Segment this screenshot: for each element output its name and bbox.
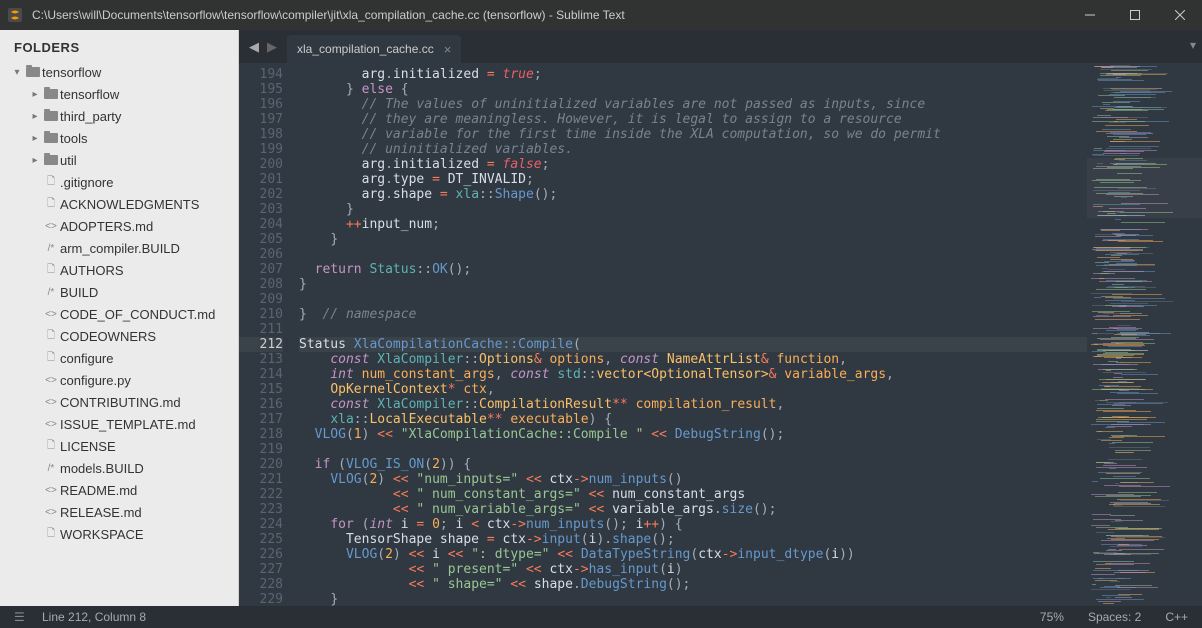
tree-label: ISSUE_TEMPLATE.md (60, 417, 196, 432)
folder-icon (42, 131, 60, 146)
tree-file[interactable]: 🗋 configure (0, 347, 238, 369)
file-icon: <> (42, 397, 60, 408)
tree-label: .gitignore (60, 175, 113, 190)
tree-file[interactable]: 🗋 WORKSPACE (0, 523, 238, 545)
folder-icon (24, 65, 42, 80)
tree-file[interactable]: <> RELEASE.md (0, 501, 238, 523)
title-bar: C:\Users\will\Documents\tensorflow\tenso… (0, 0, 1202, 30)
folder-icon (42, 109, 60, 124)
tree-label: BUILD (60, 285, 98, 300)
folder-icon (42, 87, 60, 102)
nav-back-icon[interactable]: ◀ (249, 39, 259, 55)
file-icon: <> (42, 419, 60, 430)
minimap-viewport[interactable] (1087, 158, 1202, 218)
tree-folder[interactable]: ▸ tensorflow (0, 83, 238, 105)
close-button[interactable] (1157, 0, 1202, 30)
tree-label: configure.py (60, 373, 131, 388)
tree-file[interactable]: <> CONTRIBUTING.md (0, 391, 238, 413)
tree-folder[interactable]: ▸ third_party (0, 105, 238, 127)
tree-folder[interactable]: ▸ util (0, 149, 238, 171)
tree-root[interactable]: ▾ tensorflow (0, 61, 238, 83)
tree-file[interactable]: 🗋 .gitignore (0, 171, 238, 193)
tree-label: tools (60, 131, 87, 146)
file-icon: <> (42, 309, 60, 320)
close-icon[interactable]: × (444, 42, 452, 57)
status-spaces[interactable]: Spaces: 2 (1088, 610, 1141, 624)
tree-file[interactable]: <> configure.py (0, 369, 238, 391)
menu-icon[interactable]: ☰ (14, 610, 30, 624)
tree-folder[interactable]: ▸ tools (0, 127, 238, 149)
window-title: C:\Users\will\Documents\tensorflow\tenso… (30, 8, 1067, 22)
file-icon: <> (42, 507, 60, 518)
chevron-right-icon: ▸ (28, 111, 42, 122)
file-icon: 🗋 (42, 196, 60, 213)
tree-file[interactable]: 🗋 CODEOWNERS (0, 325, 238, 347)
minimize-button[interactable] (1067, 0, 1112, 30)
tree-label: LICENSE (60, 439, 116, 454)
file-icon: 🗋 (42, 262, 60, 279)
tree-file[interactable]: <> README.md (0, 479, 238, 501)
sidebar-header: FOLDERS (0, 30, 238, 61)
file-icon: <> (42, 221, 60, 232)
folder-tree[interactable]: ▾ tensorflow ▸ tensorflow▸ third_party▸ … (0, 61, 238, 606)
file-icon: <> (42, 375, 60, 386)
tab-label: xla_compilation_cache.cc (297, 42, 434, 56)
tree-file[interactable]: <> ISSUE_TEMPLATE.md (0, 413, 238, 435)
file-icon: /* (42, 463, 60, 474)
file-icon: /* (42, 287, 60, 298)
tree-label: tensorflow (60, 87, 119, 102)
tab-bar: ◀ ▶ xla_compilation_cache.cc × ▾ (239, 30, 1202, 63)
folder-icon (42, 153, 60, 168)
tab-active[interactable]: xla_compilation_cache.cc × (287, 35, 461, 63)
file-icon: /* (42, 243, 60, 254)
status-cursor[interactable]: Line 212, Column 8 (42, 610, 146, 624)
editor-area: ◀ ▶ xla_compilation_cache.cc × ▾ 1941951… (239, 30, 1202, 606)
tree-label: util (60, 153, 77, 168)
app-icon (0, 7, 30, 23)
tree-file[interactable]: 🗋 ACKNOWLEDGMENTS (0, 193, 238, 215)
file-icon: 🗋 (42, 438, 60, 455)
tree-label: CONTRIBUTING.md (60, 395, 181, 410)
tree-label: tensorflow (42, 65, 101, 80)
tree-file[interactable]: 🗋 LICENSE (0, 435, 238, 457)
chevron-right-icon: ▸ (28, 89, 42, 100)
file-icon: 🗋 (42, 526, 60, 543)
line-gutter: 1941951961971981992002012022032042052062… (239, 63, 291, 606)
minimap[interactable] (1087, 63, 1202, 606)
status-lang[interactable]: C++ (1165, 610, 1188, 624)
file-icon: 🗋 (42, 350, 60, 367)
maximize-button[interactable] (1112, 0, 1157, 30)
tree-label: CODEOWNERS (60, 329, 156, 344)
tree-label: AUTHORS (60, 263, 124, 278)
chevron-right-icon: ▸ (28, 133, 42, 144)
tree-file[interactable]: <> CODE_OF_CONDUCT.md (0, 303, 238, 325)
sidebar: FOLDERS ▾ tensorflow ▸ tensorflow▸ third… (0, 30, 239, 606)
tree-label: models.BUILD (60, 461, 144, 476)
tree-label: WORKSPACE (60, 527, 144, 542)
tree-label: CODE_OF_CONDUCT.md (60, 307, 215, 322)
tree-label: ADOPTERS.md (60, 219, 153, 234)
tree-file[interactable]: <> ADOPTERS.md (0, 215, 238, 237)
chevron-right-icon: ▸ (28, 155, 42, 166)
tree-label: README.md (60, 483, 137, 498)
tree-file[interactable]: /* models.BUILD (0, 457, 238, 479)
file-icon: 🗋 (42, 328, 60, 345)
tree-label: configure (60, 351, 113, 366)
tree-file[interactable]: /* BUILD (0, 281, 238, 303)
tree-label: RELEASE.md (60, 505, 142, 520)
status-bar: ☰ Line 212, Column 8 75% Spaces: 2 C++ (0, 606, 1202, 628)
tree-label: third_party (60, 109, 121, 124)
tree-label: ACKNOWLEDGMENTS (60, 197, 199, 212)
chevron-down-icon: ▾ (10, 67, 24, 78)
tab-overflow-icon[interactable]: ▾ (1190, 38, 1196, 52)
status-zoom[interactable]: 75% (1040, 610, 1064, 624)
tree-file[interactable]: /* arm_compiler.BUILD (0, 237, 238, 259)
file-icon: 🗋 (42, 174, 60, 191)
tree-file[interactable]: 🗋 AUTHORS (0, 259, 238, 281)
tree-label: arm_compiler.BUILD (60, 241, 180, 256)
nav-forward-icon[interactable]: ▶ (267, 39, 277, 55)
code-editor[interactable]: arg.initialized = true; } else { // The … (291, 63, 1087, 606)
file-icon: <> (42, 485, 60, 496)
